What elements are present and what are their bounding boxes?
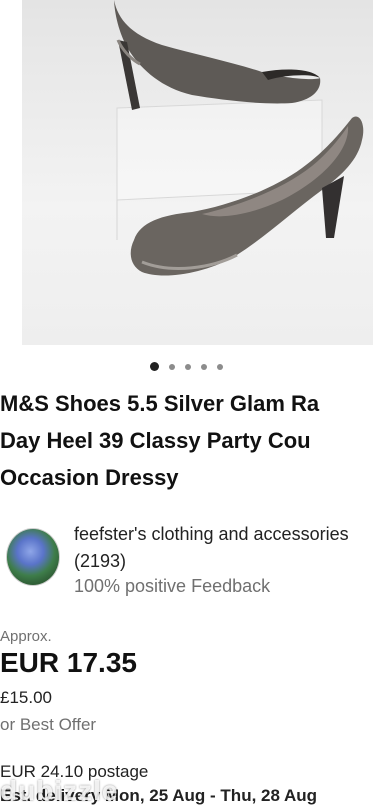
seller-feedback-count: (2193) [74, 551, 127, 571]
title-line: Occasion Dressy [0, 465, 179, 490]
seller-info[interactable]: feefster's clothing and accessories (219… [0, 520, 373, 600]
listing-title: M&S Shoes 5.5 Silver Glam Ra Day Heel 39… [0, 385, 373, 496]
pagination-dot[interactable] [201, 363, 207, 370]
dubizzle-watermark: dubizzle [0, 775, 119, 806]
pagination-dot[interactable] [217, 363, 223, 370]
pagination-dot[interactable] [185, 363, 191, 370]
best-offer-label: or Best Offer [0, 715, 97, 734]
seller-name[interactable]: feefster's clothing and accessories [74, 524, 349, 545]
shoe-photo [22, 0, 373, 345]
original-price: £15.00 [0, 688, 52, 707]
product-image[interactable] [0, 0, 373, 345]
pagination-dot[interactable] [169, 363, 175, 370]
seller-feedback-percent: 100% positive Feedback [74, 576, 271, 596]
shoes-illustration [114, 0, 364, 276]
image-margin [0, 0, 22, 345]
price: EUR 17.35 [0, 647, 137, 678]
seller-avatar[interactable] [6, 528, 60, 586]
pagination-dot-active[interactable] [150, 362, 159, 371]
image-pagination[interactable] [0, 362, 373, 371]
title-line: Day Heel 39 Classy Party Cou [0, 428, 311, 453]
title-line: M&S Shoes 5.5 Silver Glam Ra [0, 391, 320, 416]
approx-label: Approx. [0, 628, 52, 645]
